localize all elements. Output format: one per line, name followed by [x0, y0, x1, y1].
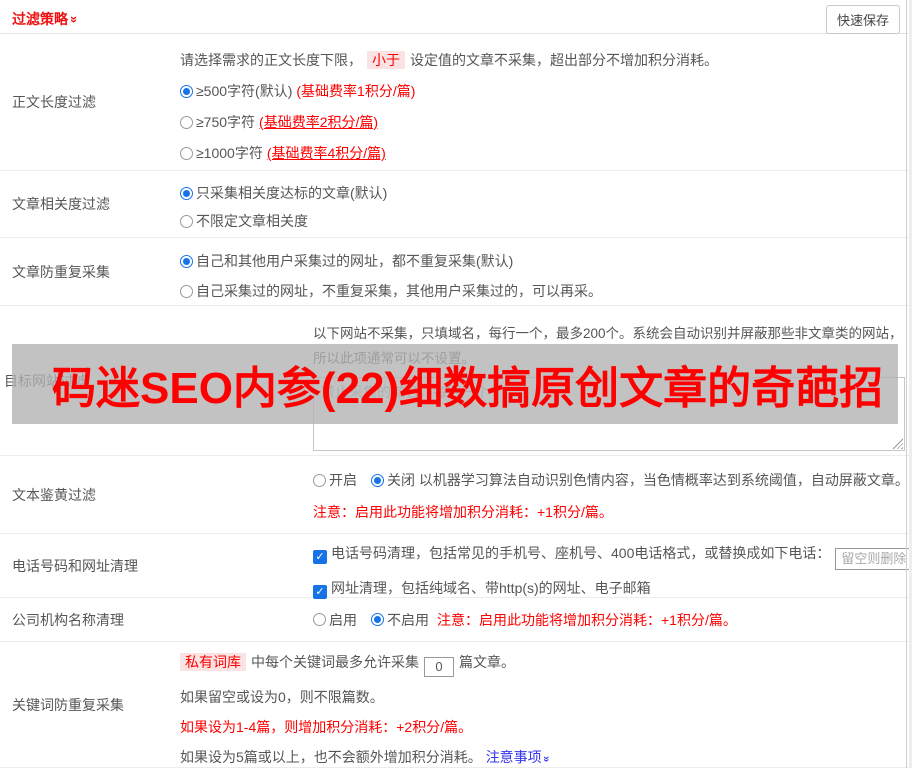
- row-label: 正文长度过滤: [12, 94, 96, 110]
- radio-company-on[interactable]: [313, 613, 326, 626]
- option-label: 自己和其他用户采集过的网址，都不重复采集(默认): [196, 253, 514, 269]
- row-label: 目标网站过滤: [4, 372, 88, 389]
- keyword-note-five-text: 如果设为5篇或以上，也不会额外增加积分消耗。: [180, 748, 482, 765]
- right-edge-divider: [906, 0, 907, 768]
- row-target-site: 目标网站过滤 以下网站不采集，只填域名，每行一个，最多200个。系统会自动识别并…: [0, 306, 909, 456]
- page-title[interactable]: 过滤策略»: [12, 9, 82, 29]
- keyword-limit-line: 私有词库中每个关键词最多允许采集 篇文章。: [180, 652, 899, 677]
- url-clean-line: 网址清理，包括纯域名、带http(s)的网址、电子邮箱: [313, 578, 909, 599]
- quick-save-button[interactable]: 快速保存: [825, 5, 900, 34]
- keyword-note-cost: 如果设为1-4篇，则增加积分消耗：+2积分/篇。: [180, 718, 473, 735]
- radio-500-chars[interactable]: [180, 85, 193, 98]
- notice-link[interactable]: 注意事项»: [485, 748, 552, 765]
- notice-link-text: 注意事项: [485, 748, 542, 765]
- radio-750-chars[interactable]: [180, 116, 193, 129]
- option-label: 只采集相关度达标的文章(默认): [196, 185, 388, 201]
- keyword-note-five: 如果设为5篇或以上，也不会额外增加积分消耗。 注意事项»: [180, 747, 899, 768]
- private-lexicon-badge: 私有词库: [180, 653, 246, 671]
- intro-highlight: 小于: [367, 51, 405, 69]
- page-title-text: 过滤策略: [12, 11, 68, 27]
- radio-1000-chars[interactable]: [180, 147, 193, 160]
- keyword-limit-text: 中每个关键词最多允许采集: [251, 654, 419, 670]
- option-relevance-default: 只采集相关度达标的文章(默认): [180, 183, 899, 203]
- company-clean-note: 注意：启用此功能将增加积分消耗：+1积分/篇。: [437, 611, 737, 628]
- row-label: 关键词防重复采集: [12, 696, 124, 713]
- porn-filter-note: 注意：启用此功能将增加积分消耗：+1积分/篇。: [313, 504, 613, 520]
- cost-note: (基础费率4积分/篇): [266, 145, 386, 161]
- row-porn-filter: 文本鉴黄过滤 开启 关闭 以机器学习算法自动识别色情内容，当色情概率达到系统阈值，…: [0, 456, 909, 534]
- keyword-note-zero: 如果留空或设为0，则不限篇数。: [180, 688, 384, 705]
- option-label: ≥750字符: [196, 114, 256, 130]
- phone-clean-line: 电话号码清理，包括常见的手机号、座机号、400电话格式，或替换成如下电话：: [313, 543, 909, 570]
- cost-note: (基础费率2积分/篇): [259, 114, 379, 130]
- option-label: 开启: [329, 472, 357, 488]
- row-keyword-dedup: 关键词防重复采集 私有词库中每个关键词最多允许采集 篇文章。 如果留空或设为0，则…: [0, 642, 909, 768]
- porn-filter-options: 开启 关闭 以机器学习算法自动识别色情内容，当色情概率达到系统阈值，自动屏蔽文章。: [313, 470, 909, 490]
- chevron-down-icon: »: [67, 15, 83, 24]
- porn-filter-desc: 以机器学习算法自动识别色情内容，当色情概率达到系统阈值，自动屏蔽文章。: [418, 472, 909, 488]
- phone-clean-label: 电话号码清理，包括常见的手机号、座机号、400电话格式，或替换成如下电话：: [331, 545, 831, 561]
- intro-post: 设定值的文章不采集，超出部分不增加积分消耗。: [410, 52, 718, 68]
- content-length-intro: 请选择需求的正文长度下限， 小于 设定值的文章不采集，超出部分不增加积分消耗。: [180, 50, 899, 70]
- radio-porn-on[interactable]: [313, 474, 326, 487]
- filter-strategy-page: 过滤策略» 快速保存 正文长度过滤 请选择需求的正文长度下限， 小于 设定值的文章不…: [0, 0, 912, 768]
- row-article-dedup: 文章防重复采集 自己和其他用户采集过的网址，都不重复采集(默认) 自己采集过的网…: [0, 238, 909, 306]
- option-label: 关闭: [387, 472, 415, 488]
- radio-relevance-default[interactable]: [180, 187, 193, 200]
- page-header: 过滤策略» 快速保存: [0, 0, 909, 34]
- chevron-down-icon: »: [539, 755, 552, 762]
- option-label: ≥1000字符: [196, 145, 263, 161]
- checkbox-phone-clean[interactable]: [313, 550, 327, 564]
- radio-company-off[interactable]: [371, 613, 384, 626]
- row-label: 文章防重复采集: [12, 263, 110, 280]
- blocked-domains-textarea[interactable]: [313, 377, 905, 451]
- option-label: 不启用: [387, 611, 429, 628]
- option-relevance-any: 不限定文章相关度: [180, 211, 899, 231]
- option-label: ≥500字符(默认): [196, 83, 293, 99]
- intro-pre: 请选择需求的正文长度下限，: [180, 52, 362, 68]
- row-label: 文本鉴黄过滤: [12, 486, 96, 503]
- option-1000-chars: ≥1000字符 (基础费率4积分/篇): [180, 143, 899, 163]
- row-label: 文章相关度过滤: [12, 196, 110, 212]
- radio-relevance-any[interactable]: [180, 215, 193, 228]
- option-label: 启用: [329, 611, 357, 628]
- option-label: 自己采集过的网址，不重复采集，其他用户采集过的，可以再采。: [196, 283, 602, 299]
- row-label: 公司机构名称清理: [12, 611, 124, 628]
- radio-dedup-all[interactable]: [180, 255, 193, 268]
- option-750-chars: ≥750字符 (基础费率2积分/篇): [180, 112, 899, 132]
- radio-porn-off[interactable]: [371, 474, 384, 487]
- target-site-desc: 以下网站不采集，只填域名，每行一个，最多200个。系统会自动识别并屏蔽那些非文章…: [313, 326, 903, 366]
- checkbox-url-clean[interactable]: [313, 584, 327, 599]
- max-articles-input[interactable]: [424, 656, 454, 677]
- row-relevance: 文章相关度过滤 只采集相关度达标的文章(默认) 不限定文章相关度: [0, 171, 909, 238]
- keyword-limit-suffix: 篇文章。: [459, 654, 515, 670]
- row-company-clean: 公司机构名称清理 启用 不启用 注意：启用此功能将增加积分消耗：+1积分/篇。: [0, 598, 909, 642]
- replacement-phone-input[interactable]: [835, 547, 909, 570]
- cost-note: (基础费率1积分/篇): [296, 83, 416, 99]
- option-label: 不限定文章相关度: [196, 213, 308, 229]
- url-clean-label: 网址清理，包括纯域名、带http(s)的网址、电子邮箱: [331, 579, 651, 596]
- radio-dedup-self[interactable]: [180, 285, 193, 298]
- row-label: 电话号码和网址清理: [12, 557, 138, 574]
- row-phone-url-clean: 电话号码和网址清理 电话号码清理，包括常见的手机号、座机号、400电话格式，或替…: [0, 534, 909, 599]
- row-content-length: 正文长度过滤 请选择需求的正文长度下限， 小于 设定值的文章不采集，超出部分不增加积…: [0, 34, 909, 171]
- option-500-chars: ≥500字符(默认) (基础费率1积分/篇): [180, 81, 899, 101]
- option-dedup-all: 自己和其他用户采集过的网址，都不重复采集(默认): [180, 251, 899, 271]
- option-dedup-self: 自己采集过的网址，不重复采集，其他用户采集过的，可以再采。: [180, 281, 899, 301]
